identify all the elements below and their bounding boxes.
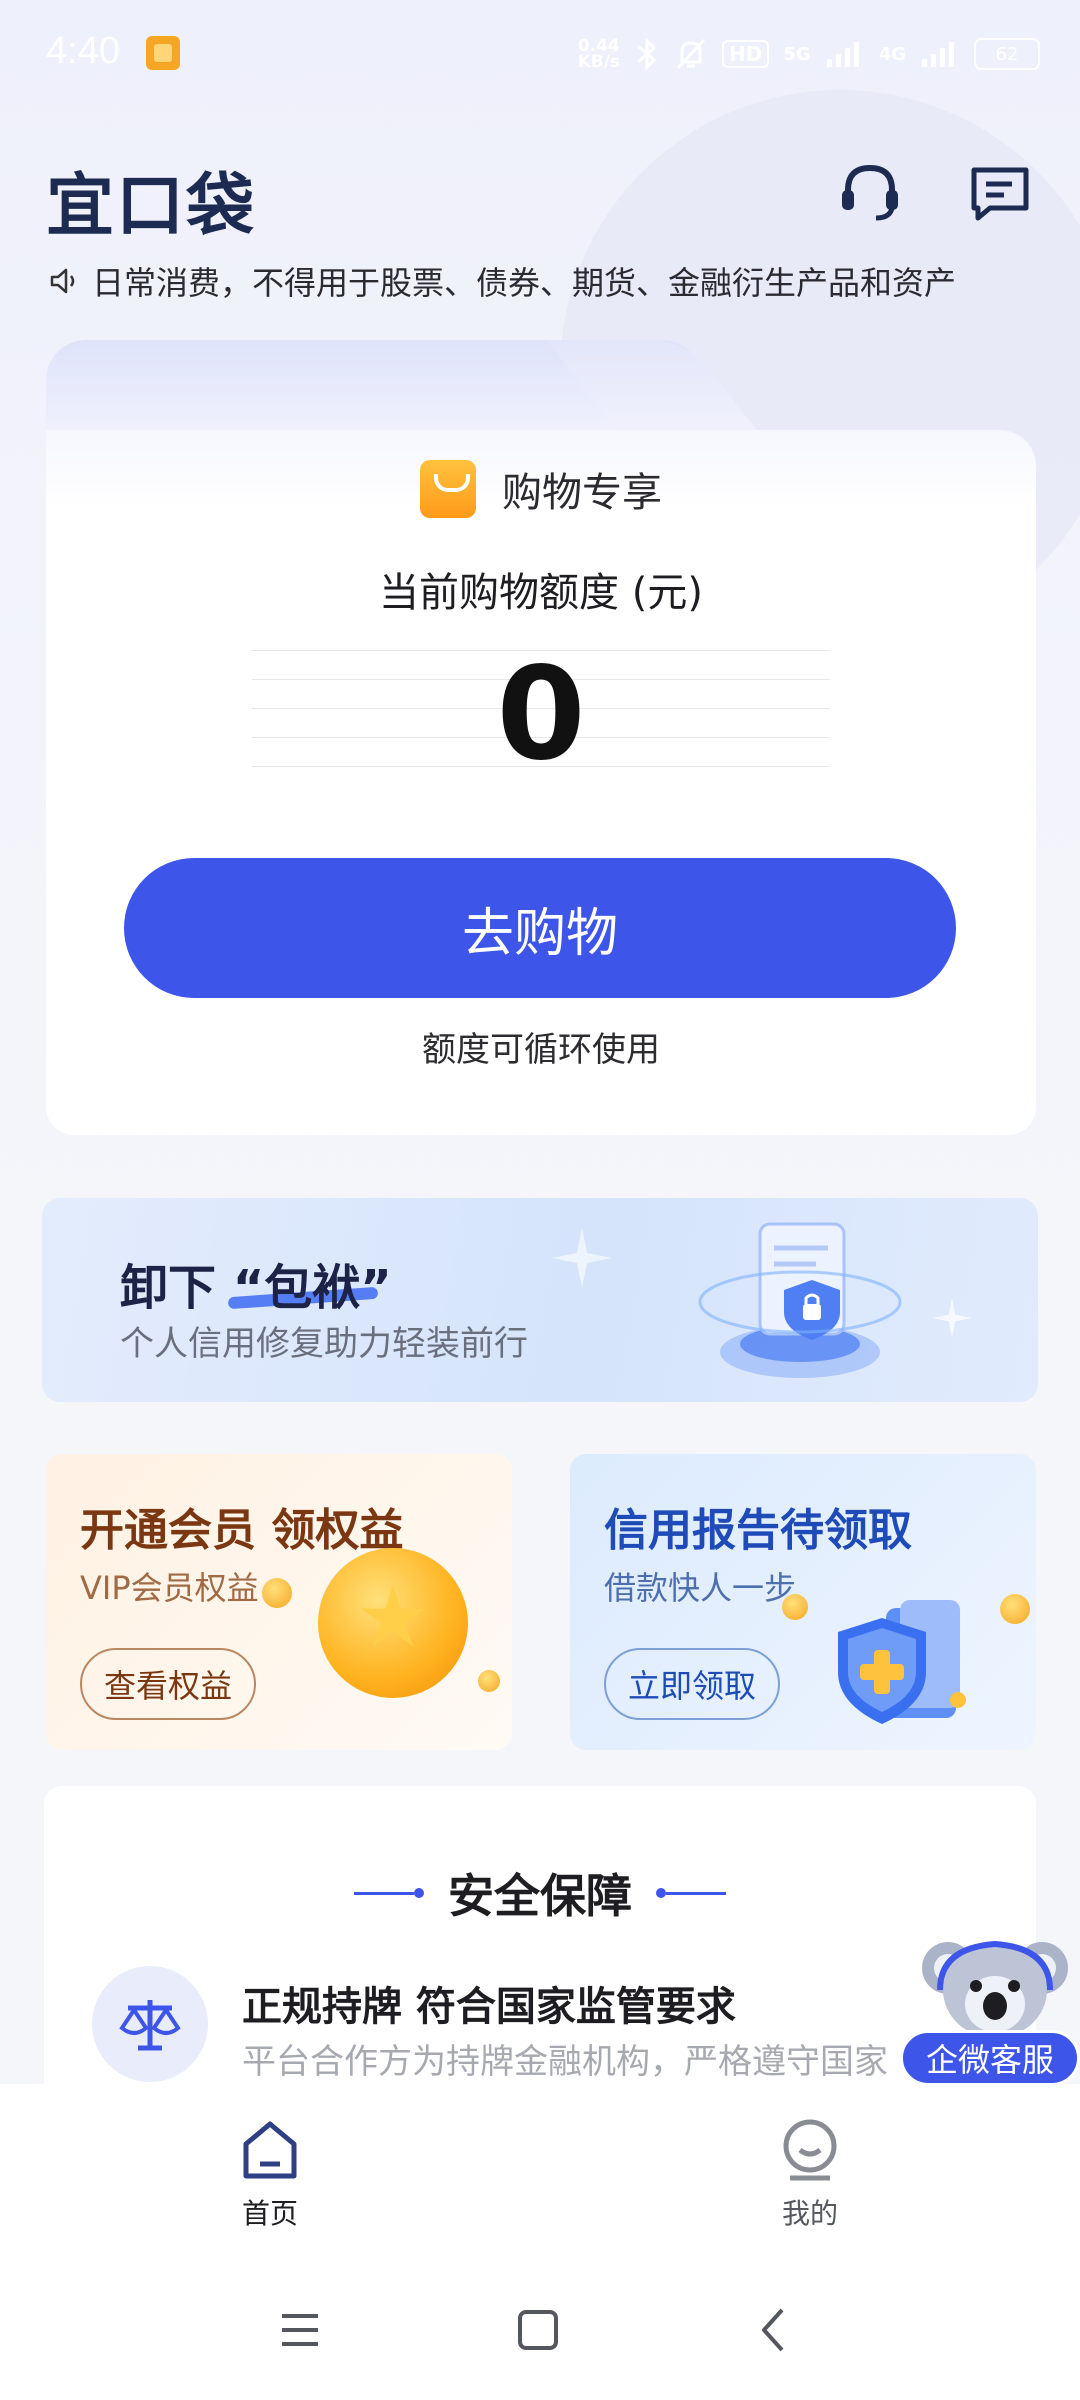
coin-icon	[1000, 1594, 1030, 1624]
mute-bell-icon	[676, 38, 706, 70]
coin-icon	[478, 1670, 500, 1692]
vip-title: 开通会员 领权益	[80, 1505, 404, 1556]
report-title: 信用报告待领取	[604, 1505, 912, 1556]
notice-bar: 日常消费，不得用于股票、债券、期货、金融衍生产品和资产	[48, 258, 956, 304]
bluetooth-icon	[637, 37, 657, 71]
profile-icon	[783, 2119, 837, 2181]
credit-label: 当前购物额度 (元)	[379, 570, 703, 616]
credit-note: 额度可循环使用	[422, 1030, 660, 1070]
signal-icon	[922, 42, 954, 67]
coin-icon	[782, 1594, 808, 1620]
shield-plus-icon	[838, 1600, 966, 1724]
home-square-icon[interactable]	[508, 2300, 568, 2360]
notification-app-icon	[146, 36, 180, 70]
view-benefits-button[interactable]: 查看权益	[80, 1648, 256, 1720]
wecom-service-button[interactable]: 企微客服	[900, 2030, 1080, 2086]
card-title: 购物专享	[502, 470, 662, 516]
nav-mine-label: 我的	[781, 2197, 838, 2230]
app-logo: 宜口袋	[46, 167, 257, 246]
battery-icon: 62	[974, 38, 1040, 70]
customer-service-icon[interactable]	[836, 158, 904, 226]
signal-icon	[826, 42, 859, 67]
speaker-icon	[50, 268, 75, 294]
hd-badge: HD	[722, 40, 770, 68]
back-icon[interactable]	[744, 2300, 804, 2360]
status-time: 4:40	[46, 30, 120, 72]
shield-document-illustration	[698, 1222, 902, 1378]
status-indicators: 0.44 KB/s HD 5G 4G 62	[578, 34, 1040, 74]
security-item-desc: 平台合作方为持牌金融机构，严格遵守国家	[242, 2042, 888, 2082]
card-header: 购物专享	[46, 460, 1036, 518]
home-icon	[243, 2121, 297, 2179]
vip-subtitle: VIP会员权益	[80, 1569, 259, 1607]
security-item-title: 正规持牌 符合国家监管要求	[242, 1984, 736, 2030]
title-decoration-right	[656, 1888, 726, 1898]
network-speed: 0.44 KB/s	[577, 36, 621, 72]
notice-text: 日常消费，不得用于股票、债券、期货、金融衍生产品和资产	[92, 264, 957, 302]
nav-home-label: 首页	[241, 2197, 298, 2230]
star-icon: ★	[355, 1568, 431, 1666]
sparkle-icon	[552, 1228, 612, 1288]
nav-home[interactable]: 首页	[190, 2118, 350, 2232]
shopping-bag-icon	[420, 460, 476, 518]
credit-amount: 0	[496, 640, 586, 789]
title-decoration-left	[354, 1888, 424, 1898]
network-5g: 5G	[783, 43, 811, 65]
nav-mine[interactable]: 我的	[730, 2118, 890, 2232]
balance-scale-icon	[119, 2000, 181, 2051]
message-icon[interactable]	[966, 158, 1034, 226]
banner-title: 卸下 “包袱”	[120, 1260, 392, 1316]
coin-icon	[262, 1578, 292, 1608]
claim-report-button[interactable]: 立即领取	[604, 1648, 780, 1720]
banner-subtitle: 个人信用修复助力轻装前行	[120, 1324, 528, 1364]
security-title: 安全保障	[44, 1860, 1036, 1926]
go-shopping-button[interactable]: 去购物	[124, 858, 956, 998]
report-subtitle: 借款快人一步	[604, 1569, 797, 1607]
license-icon-wrap	[92, 1966, 208, 2082]
network-4g: 4G	[878, 43, 906, 65]
sparkle-icon	[932, 1298, 972, 1338]
menu-icon[interactable]	[270, 2300, 330, 2360]
